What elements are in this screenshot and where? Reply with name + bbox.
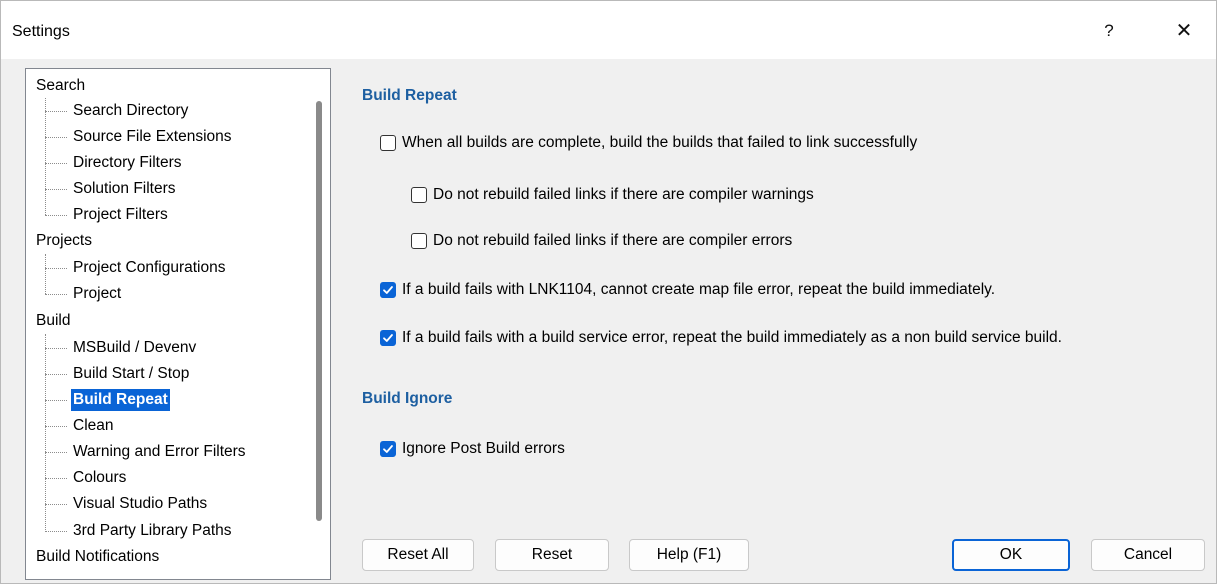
tree-item-visual-studio-paths[interactable]: Visual Studio Paths <box>71 491 209 517</box>
checkmark-icon <box>383 286 393 294</box>
checkmark-icon <box>383 445 393 453</box>
checkbox[interactable] <box>411 187 427 203</box>
tree-scrollbar-thumb[interactable] <box>316 101 322 521</box>
section-heading-build-ignore: Build Ignore <box>362 390 453 407</box>
option-repeat-build-service-error[interactable]: If a build fails with a build service er… <box>380 328 1062 348</box>
window-title: Settings <box>12 23 70 40</box>
ok-button[interactable]: OK <box>952 539 1070 571</box>
option-label: When all builds are complete, build the … <box>402 134 918 151</box>
option-label: Do not rebuild failed links if there are… <box>433 186 814 203</box>
tree-item-msbuild-devenv[interactable]: MSBuild / Devenv <box>71 335 198 361</box>
tree-item-project-filters[interactable]: Project Filters <box>71 202 170 228</box>
tree-item-colours[interactable]: Colours <box>71 465 128 491</box>
option-rebuild-failed-links[interactable]: When all builds are complete, build the … <box>380 133 917 153</box>
tree-item-solution-filters[interactable]: Solution Filters <box>71 176 178 202</box>
option-repeat-lnk1104[interactable]: If a build fails with LNK1104, cannot cr… <box>380 280 995 300</box>
tree-item-build-start-stop[interactable]: Build Start / Stop <box>71 361 191 387</box>
tree-item-directory-filters[interactable]: Directory Filters <box>71 150 184 176</box>
help-f1-button[interactable]: Help (F1) <box>629 539 749 571</box>
tree-item-clean[interactable]: Clean <box>71 413 116 439</box>
tree-category-build-notifications[interactable]: Build Notifications <box>36 544 159 570</box>
title-bar: Settings ? ✕ <box>1 1 1216 59</box>
checkbox[interactable] <box>411 233 427 249</box>
option-label: Do not rebuild failed links if there are… <box>433 232 793 249</box>
close-icon[interactable]: ✕ <box>1166 13 1202 49</box>
checkbox-checked[interactable] <box>380 441 396 457</box>
tree-category-build[interactable]: Build <box>36 308 70 334</box>
tree-category-projects[interactable]: Projects <box>36 228 92 254</box>
option-skip-on-errors[interactable]: Do not rebuild failed links if there are… <box>411 231 792 251</box>
tree-item-search-directory[interactable]: Search Directory <box>71 98 190 124</box>
cancel-button[interactable]: Cancel <box>1091 539 1205 571</box>
option-ignore-post-build-errors[interactable]: Ignore Post Build errors <box>380 439 565 459</box>
option-skip-on-warnings[interactable]: Do not rebuild failed links if there are… <box>411 185 814 205</box>
help-button[interactable]: ? <box>1091 13 1127 49</box>
tree-item-source-file-extensions[interactable]: Source File Extensions <box>71 124 234 150</box>
tree-item-3rd-party-library-paths[interactable]: 3rd Party Library Paths <box>71 518 234 544</box>
tree-category-search[interactable]: Search <box>36 73 85 99</box>
checkbox-checked[interactable] <box>380 330 396 346</box>
settings-dialog: Settings ? ✕ Search Search Directory Sou… <box>0 0 1217 584</box>
tree-item-warning-error-filters[interactable]: Warning and Error Filters <box>71 439 248 465</box>
tree-item-build-repeat[interactable]: Build Repeat <box>71 389 170 411</box>
checkbox[interactable] <box>380 135 396 151</box>
section-heading-build-repeat: Build Repeat <box>362 87 457 104</box>
settings-tree: Search Search Directory Source File Exte… <box>25 68 331 580</box>
tree-item-project-configurations[interactable]: Project Configurations <box>71 255 228 281</box>
option-label: If a build fails with LNK1104, cannot cr… <box>402 281 996 298</box>
reset-all-button[interactable]: Reset All <box>362 539 474 571</box>
checkbox-checked[interactable] <box>380 282 396 298</box>
option-label: Ignore Post Build errors <box>402 440 565 457</box>
option-label: If a build fails with a build service er… <box>402 329 1062 346</box>
tree-item-project[interactable]: Project <box>71 281 123 307</box>
checkmark-icon <box>383 334 393 342</box>
reset-button[interactable]: Reset <box>495 539 609 571</box>
